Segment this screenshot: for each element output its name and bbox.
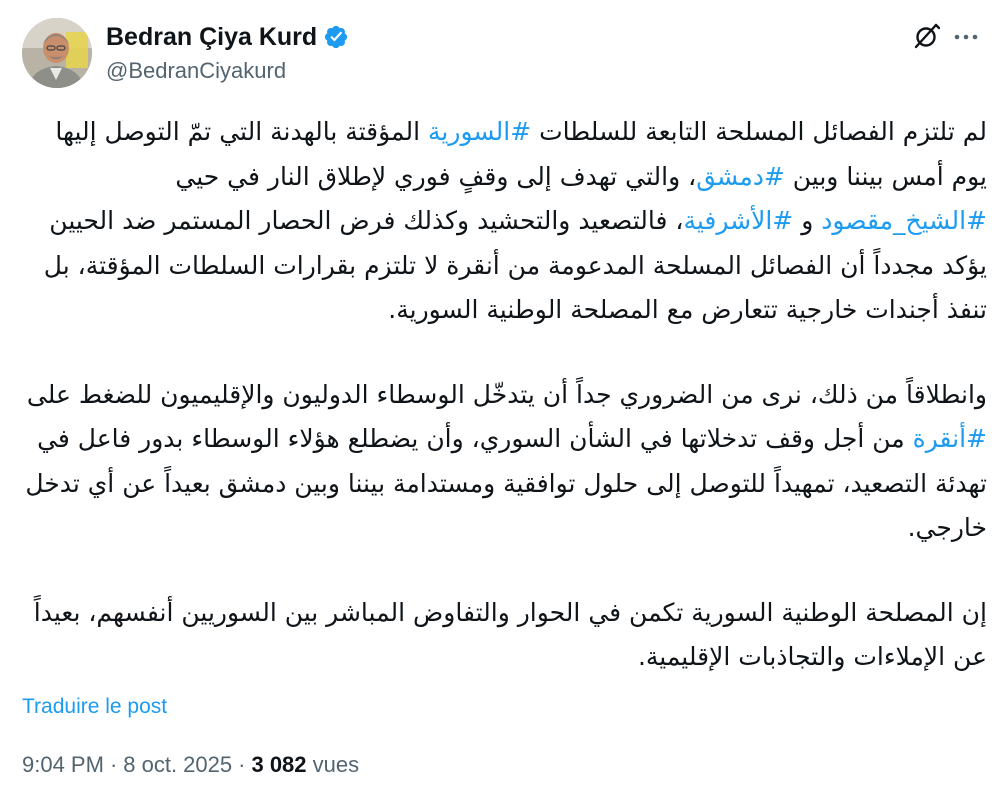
avatar[interactable] <box>22 18 92 88</box>
views-label: vues <box>312 752 360 777</box>
hashtag-link[interactable]: #الأشرفية <box>683 206 793 235</box>
meta-separator: · <box>109 752 118 777</box>
display-name[interactable]: Bedran Çiya Kurd <box>106 23 317 52</box>
tweet-paragraph-3: إن المصلحة الوطنية السورية تكمن في الحوا… <box>22 591 987 680</box>
profile-photo-icon <box>22 18 92 88</box>
verified-badge-icon[interactable] <box>323 24 349 50</box>
post-date[interactable]: 8 oct. 2025 <box>123 752 232 777</box>
translate-post-link[interactable]: Traduire le post <box>22 695 167 719</box>
tweet-meta: 9:04 PM · 8 oct. 2025 · 3 082 vues <box>22 752 359 778</box>
tweet-text-segment: من أجل وقف تدخلاتها في الشأن السوري، وأن… <box>25 424 987 542</box>
hashtag-link[interactable]: #الشيخ_مقصود <box>821 206 987 235</box>
user-handle[interactable]: @BedranCiyakurd <box>106 58 286 84</box>
tweet-text-segment: و <box>793 206 822 235</box>
tweet-text-segment: ، والتي تهدف إلى وقفٍ فوري لإطلاق النار … <box>175 161 697 191</box>
tweet-paragraph-1: لم تلتزم الفصائل المسلحة التابعة للسلطات… <box>22 110 987 333</box>
meta-separator: · <box>238 752 246 777</box>
tweet-text-segment: إن المصلحة الوطنية السورية تكمن في الحوا… <box>33 597 987 672</box>
post-time[interactable]: 9:04 PM <box>22 752 104 777</box>
hashtag-link[interactable]: #السورية <box>428 117 531 146</box>
tweet-text-segment: وانطلاقاً من ذلك، نرى من الضروري جداً أن… <box>26 379 987 409</box>
tweet-header: Bedran Çiya Kurd @BedranCiyakurd <box>22 18 982 88</box>
tweet-text: لم تلتزم الفصائل المسلحة التابعة للسلطات… <box>22 110 987 680</box>
grok-slash-circle-icon[interactable] <box>912 22 941 50</box>
hashtag-link[interactable]: #دمشق <box>696 162 785 191</box>
views-count: 3 082 <box>251 752 307 777</box>
hashtag-link[interactable]: #أنقرة <box>913 424 987 453</box>
tweet-paragraph-2: وانطلاقاً من ذلك، نرى من الضروري جداً أن… <box>22 373 987 551</box>
tweet-text-segment: لم تلتزم الفصائل المسلحة التابعة للسلطات <box>531 117 987 146</box>
more-horizontal-icon[interactable] <box>952 22 980 50</box>
name-row: Bedran Çiya Kurd <box>106 22 349 52</box>
